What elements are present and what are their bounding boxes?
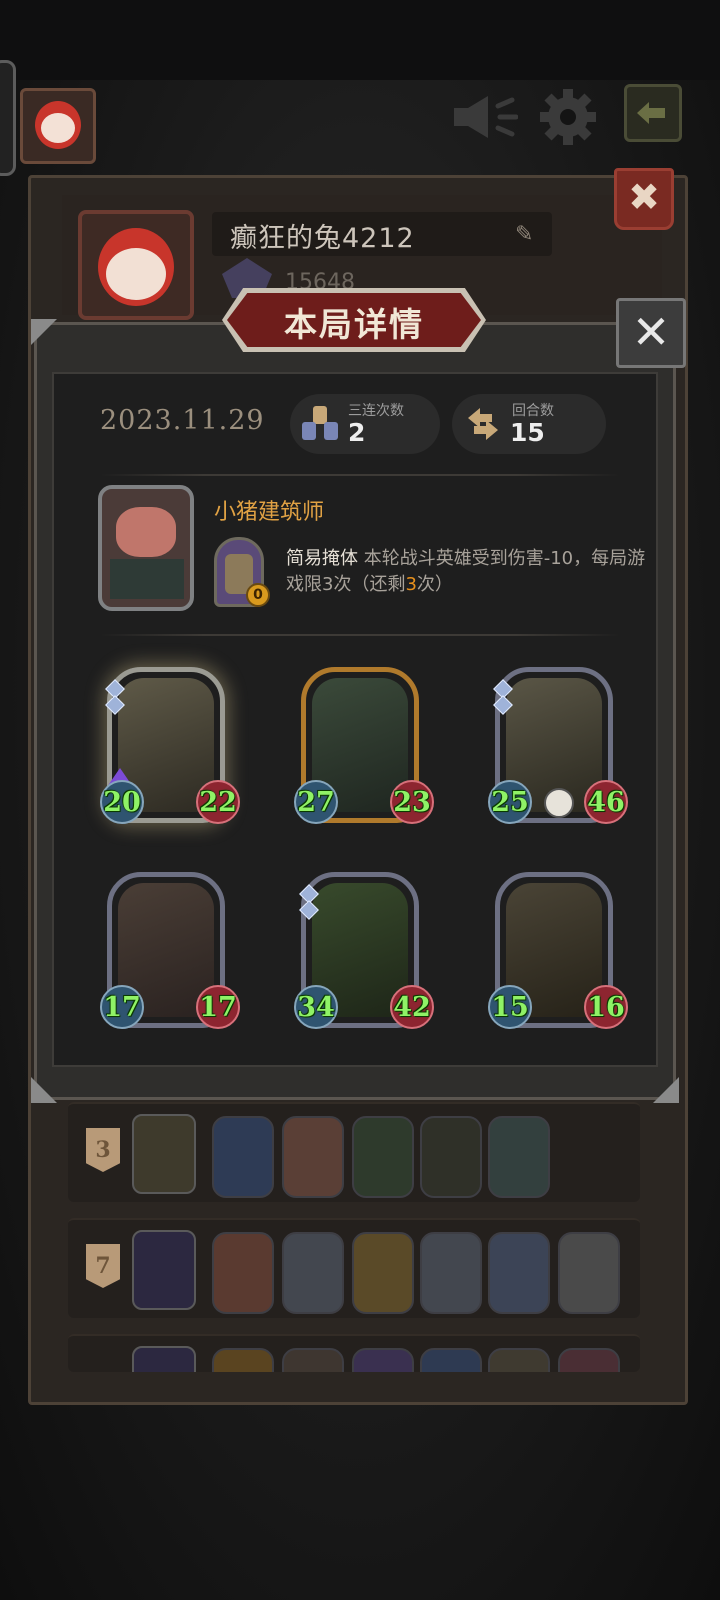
profile-avatar-face bbox=[106, 248, 166, 300]
triples-stat: 三连次数 2 bbox=[290, 394, 440, 454]
close-modal-button[interactable]: ✕ bbox=[616, 298, 686, 368]
hero-power-uses-badge: 0 bbox=[246, 583, 270, 607]
modal-corner bbox=[653, 1077, 679, 1103]
edit-name-icon[interactable]: ✎ bbox=[515, 222, 533, 247]
turns-value: 15 bbox=[510, 418, 545, 447]
history-minion bbox=[212, 1348, 274, 1372]
hero-power-remaining: 3 bbox=[405, 574, 417, 595]
turns-stat: 回合数 15 bbox=[452, 394, 606, 454]
rank-badge: 3 bbox=[86, 1128, 120, 1172]
hero-power-text-end: 次） bbox=[416, 574, 453, 595]
minion-health: 16 bbox=[584, 985, 628, 1029]
exit-icon[interactable] bbox=[624, 84, 682, 142]
player-name: 癫狂的兔4212 bbox=[230, 223, 415, 254]
gear-icon[interactable] bbox=[536, 86, 600, 148]
divider bbox=[100, 634, 620, 636]
minion-card[interactable]: 20 22 bbox=[100, 667, 240, 824]
player-avatar-button[interactable] bbox=[20, 88, 96, 164]
top-bar-background bbox=[0, 0, 720, 90]
modal-corner bbox=[31, 319, 57, 345]
rank-badge: 7 bbox=[86, 1244, 120, 1288]
history-minion bbox=[352, 1116, 414, 1198]
turns-label: 回合数 bbox=[512, 403, 554, 419]
divider bbox=[100, 474, 620, 476]
minion-attack: 15 bbox=[488, 985, 532, 1029]
triple-cards-icon bbox=[302, 406, 338, 440]
close-history-button[interactable]: ✖ bbox=[614, 168, 674, 230]
history-minion bbox=[420, 1232, 482, 1314]
close-icon: ✕ bbox=[631, 305, 671, 359]
turns-cycle-icon bbox=[468, 408, 498, 440]
history-minion bbox=[558, 1232, 620, 1314]
history-row[interactable]: 3 bbox=[68, 1102, 640, 1202]
modal-title: 本局详情 bbox=[284, 305, 424, 344]
hero-power-name: 简易掩体 bbox=[286, 548, 358, 569]
history-minion bbox=[352, 1232, 414, 1314]
modal-corner bbox=[31, 1077, 57, 1103]
minion-attack: 34 bbox=[294, 985, 338, 1029]
history-row[interactable]: 7 bbox=[68, 1218, 640, 1318]
minion-health: 42 bbox=[390, 985, 434, 1029]
minion-card[interactable]: 17 17 bbox=[100, 872, 240, 1029]
hero-pig-face bbox=[116, 507, 176, 557]
minion-health: 17 bbox=[196, 985, 240, 1029]
history-minion bbox=[420, 1348, 482, 1372]
speaker-icon[interactable] bbox=[446, 90, 520, 144]
history-hero-portrait bbox=[132, 1346, 196, 1372]
history-row[interactable] bbox=[68, 1334, 640, 1372]
minion-health: 46 bbox=[584, 780, 628, 824]
triples-label: 三连次数 bbox=[348, 403, 404, 419]
minion-card[interactable]: 34 42 bbox=[294, 872, 434, 1029]
hero-power-description: 简易掩体 本轮战斗英雄受到伤害-10，每局游戏限3次（还剩3次） bbox=[286, 546, 646, 598]
left-side-tab bbox=[0, 60, 16, 176]
hero-name: 小猪建筑师 bbox=[214, 500, 325, 525]
history-hero-portrait bbox=[132, 1114, 196, 1194]
history-hero-portrait bbox=[132, 1230, 196, 1310]
history-minion bbox=[282, 1116, 344, 1198]
history-minion bbox=[420, 1116, 482, 1198]
avatar-face bbox=[41, 113, 75, 143]
history-minion bbox=[488, 1116, 550, 1198]
minion-card[interactable]: 27 23 bbox=[294, 667, 434, 824]
history-minion bbox=[352, 1348, 414, 1372]
history-minion bbox=[558, 1348, 620, 1372]
minion-attack: 27 bbox=[294, 780, 338, 824]
profile-avatar[interactable] bbox=[78, 210, 194, 320]
history-minion bbox=[212, 1116, 274, 1198]
minion-attack: 25 bbox=[488, 780, 532, 824]
minion-card[interactable]: 25 46 bbox=[488, 667, 628, 824]
history-minion bbox=[282, 1232, 344, 1314]
minion-attack: 20 bbox=[100, 780, 144, 824]
modal-title-banner: 本局详情 bbox=[222, 288, 486, 352]
triples-value: 2 bbox=[348, 418, 366, 447]
skull-icon bbox=[544, 788, 574, 818]
close-icon: ✖ bbox=[628, 175, 660, 219]
minion-health: 22 bbox=[196, 780, 240, 824]
minion-health: 23 bbox=[390, 780, 434, 824]
history-minion bbox=[488, 1348, 550, 1372]
history-minion bbox=[212, 1232, 274, 1314]
match-date: 2023.11.29 bbox=[100, 405, 265, 436]
minion-attack: 17 bbox=[100, 985, 144, 1029]
minion-card[interactable]: 15 16 bbox=[488, 872, 628, 1029]
hero-portrait[interactable] bbox=[98, 485, 194, 611]
history-minion bbox=[282, 1348, 344, 1372]
hero-workbench bbox=[110, 559, 184, 599]
history-minion bbox=[488, 1232, 550, 1314]
